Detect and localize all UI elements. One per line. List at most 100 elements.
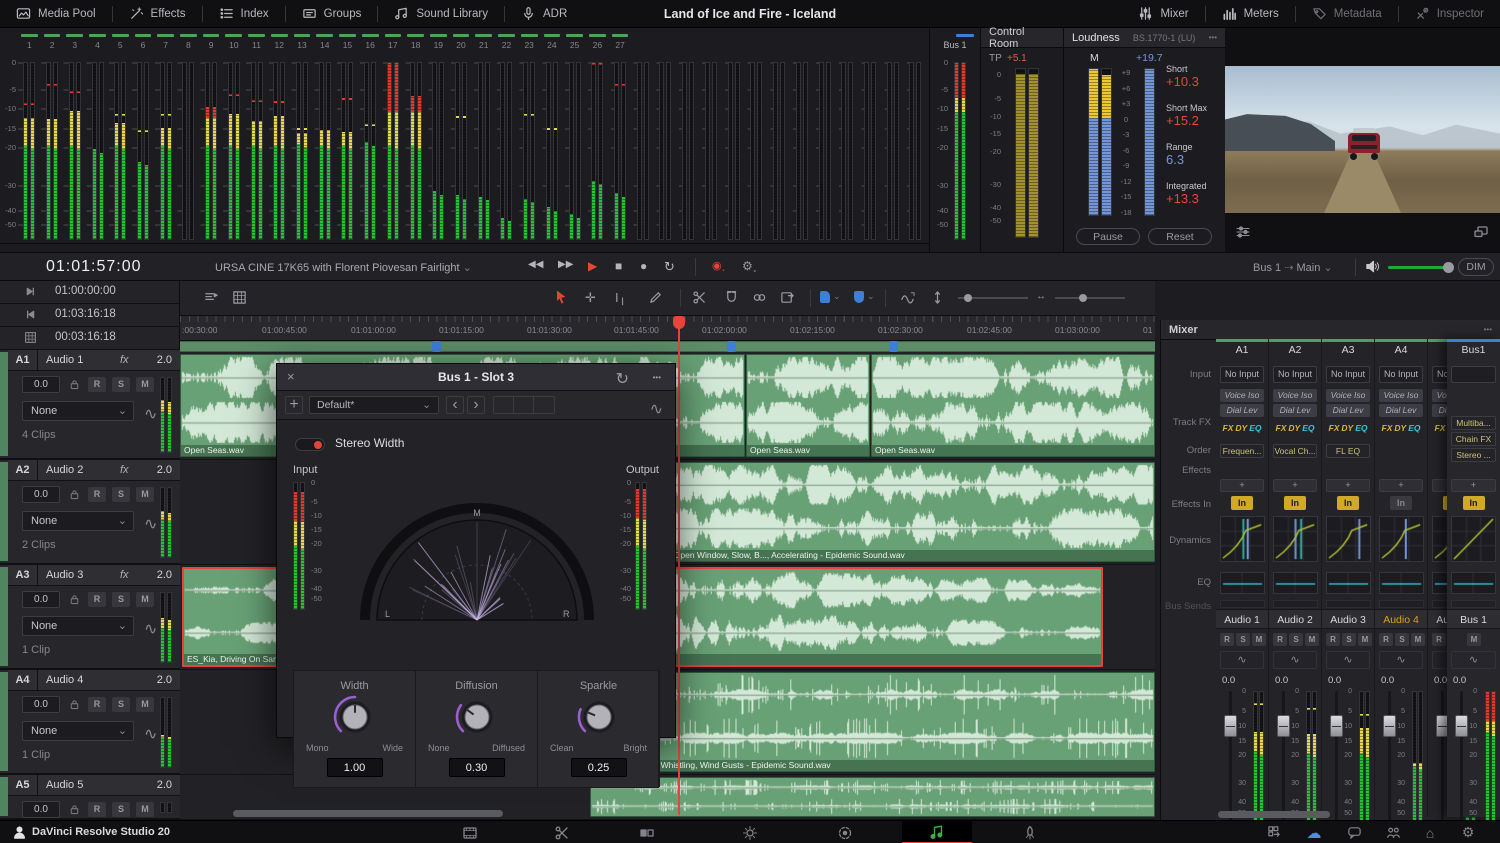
strip-automation[interactable]: ∿ (1273, 651, 1317, 669)
strip-s-button[interactable]: S (1342, 633, 1356, 646)
menu-item-inspector[interactable]: Inspector (1399, 0, 1500, 27)
plugin-menu-icon[interactable]: ••• (653, 373, 661, 382)
strip-name[interactable]: Bus 1 (1447, 609, 1500, 629)
strip-name[interactable]: Audio 2 (1269, 609, 1321, 629)
ab-compare[interactable] (493, 396, 555, 414)
track-m-button[interactable]: M (136, 487, 154, 502)
mixer-menu-icon[interactable]: ••• (1484, 325, 1492, 334)
track-gain[interactable]: 0.0 (22, 486, 60, 503)
track-gain[interactable]: 0.0 (22, 801, 60, 818)
track-r-button[interactable]: R (88, 802, 106, 817)
knob-value[interactable]: 0.30 (449, 758, 505, 777)
strip-input[interactable]: No Input (1379, 366, 1423, 383)
knob-sparkle[interactable]: SparkleCleanBright0.25 (538, 671, 660, 787)
ab-a-button[interactable] (494, 397, 514, 413)
effect-slot[interactable]: FL EQ (1326, 444, 1370, 458)
zoom-h-slider[interactable] (958, 297, 1028, 299)
eq-graph[interactable] (1326, 572, 1371, 594)
range-icon[interactable]: I╷ (615, 290, 626, 306)
cut-icon[interactable] (692, 290, 707, 305)
add-effect-button[interactable]: + (1220, 479, 1264, 492)
loop-button[interactable]: ↻ (664, 259, 675, 275)
track-fx-chip[interactable]: Voice Iso (1273, 389, 1317, 402)
effects-in-button[interactable]: In (1337, 496, 1359, 510)
snap-icon[interactable] (724, 290, 739, 305)
strip-input[interactable]: No Input (1220, 366, 1264, 383)
order-row[interactable]: FXDYEQ (1216, 423, 1268, 433)
loudness-pause-button[interactable]: Pause (1076, 228, 1140, 245)
workspace-icon[interactable] (1256, 821, 1292, 843)
zoom-v-slider[interactable] (1055, 297, 1125, 299)
strip-m-button[interactable]: M (1467, 633, 1481, 646)
track-gain[interactable]: 0.0 (22, 591, 60, 608)
knob-value[interactable]: 0.25 (571, 758, 627, 777)
dynamics-graph[interactable] (1220, 516, 1265, 562)
effect-slot[interactable]: Chain FX (1451, 432, 1496, 446)
track-s-button[interactable]: S (112, 377, 130, 392)
track-fx-chip[interactable]: Voice Iso (1220, 389, 1264, 402)
dynamics-graph[interactable] (1326, 516, 1371, 562)
track-mode-dropdown[interactable]: None⌄ (22, 721, 134, 741)
menu-item-index[interactable]: Index (203, 0, 285, 27)
mixer-hscrollbar[interactable] (1218, 811, 1330, 818)
knob-dial[interactable] (454, 694, 500, 740)
lock-icon[interactable] (68, 488, 81, 501)
eq-graph[interactable] (1379, 572, 1424, 594)
add-effect-button[interactable]: + (1326, 479, 1370, 492)
track-header-a3[interactable]: A3Audio 3fx2.00.0RSMNone⌄∿1 Clip (0, 565, 180, 670)
strip-automation[interactable]: ∿ (1451, 651, 1496, 669)
strip-m-button[interactable]: M (1305, 633, 1319, 646)
speaker-icon[interactable] (1365, 259, 1380, 274)
track-automation-icon[interactable]: ∿ (144, 404, 157, 424)
timeline-overview-strip[interactable] (180, 341, 1155, 352)
track-fx-chip[interactable]: Dial Lev (1220, 404, 1264, 417)
dynamics-graph[interactable] (1379, 516, 1424, 562)
page-color[interactable] (823, 821, 867, 843)
strip-r-button[interactable]: R (1432, 633, 1446, 646)
knob-value[interactable]: 1.00 (327, 758, 383, 777)
viewer-adjust-icon[interactable] (1235, 224, 1251, 240)
strip-r-button[interactable]: R (1273, 633, 1287, 646)
settings-icon[interactable]: ⚙ (1450, 821, 1486, 843)
track-mode-dropdown[interactable]: None⌄ (22, 511, 134, 531)
strip-m-button[interactable]: M (1358, 633, 1372, 646)
audio-clip[interactable] (590, 777, 1155, 817)
track-m-button[interactable]: M (136, 802, 154, 817)
strip-r-button[interactable]: R (1326, 633, 1340, 646)
timeline-hscrollbar[interactable] (233, 810, 503, 817)
effect-slot[interactable]: Vocal Ch... (1273, 444, 1317, 458)
track-s-button[interactable]: S (112, 697, 130, 712)
effects-in-button[interactable]: In (1463, 496, 1485, 510)
trim-icon[interactable]: ✛ (585, 290, 596, 306)
track-m-button[interactable]: M (136, 592, 154, 607)
lock-icon[interactable] (68, 593, 81, 606)
strip-s-button[interactable]: S (1395, 633, 1409, 646)
order-row[interactable]: FXDYEQ (1375, 423, 1427, 433)
home-icon[interactable]: ⌂ (1412, 821, 1448, 843)
timeline-ruler[interactable]: :00:30:0001:00:45:0001:01:00:0001:01:15:… (180, 316, 1155, 341)
menu-item-media-pool[interactable]: Media Pool (0, 0, 112, 27)
effect-slot[interactable]: Stereo ... (1451, 448, 1496, 462)
dual-screen-icon[interactable] (1473, 224, 1489, 240)
effect-slot[interactable]: Multiba... (1451, 416, 1496, 430)
knob-dial[interactable] (332, 694, 378, 740)
page-cut[interactable] (540, 821, 584, 843)
lock-icon[interactable] (68, 803, 81, 816)
track-fx-chip[interactable]: Dial Lev (1326, 404, 1370, 417)
track-s-button[interactable]: S (112, 592, 130, 607)
track-s-button[interactable]: S (112, 487, 130, 502)
track-r-button[interactable]: R (88, 377, 106, 392)
strip-automation[interactable]: ∿ (1220, 651, 1264, 669)
next-preset-button[interactable]: › (467, 396, 485, 414)
effects-in-button[interactable]: In (1231, 496, 1253, 510)
track-mode-dropdown[interactable]: None⌄ (22, 616, 134, 636)
lock-icon[interactable] (68, 698, 81, 711)
track-header-a4[interactable]: A4Audio 42.00.0RSMNone⌄∿1 Clip (0, 670, 180, 775)
effect-slot[interactable]: Frequen... (1220, 444, 1264, 458)
monitor-volume-slider[interactable] (1388, 266, 1450, 269)
speaker-icon[interactable] (1365, 259, 1380, 279)
order-row[interactable]: FXDYEQ (1269, 423, 1321, 433)
mixer-strip-a2[interactable]: A2No InputVoice IsoDial LevFXDYEQVocal C… (1269, 339, 1322, 817)
timeline-marker[interactable] (727, 341, 736, 352)
knob-diffusion[interactable]: DiffusionNoneDiffused0.30 (416, 671, 538, 787)
